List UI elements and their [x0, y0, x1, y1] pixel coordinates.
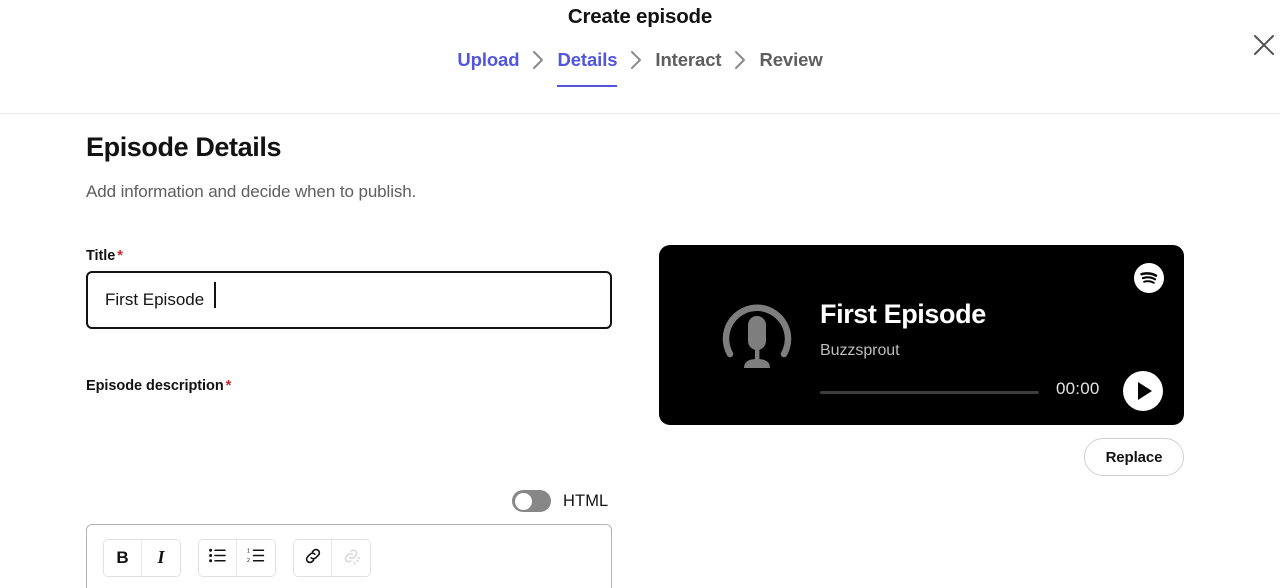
text-cursor — [214, 282, 216, 308]
bullet-list-button[interactable] — [199, 540, 237, 576]
html-toggle-label: HTML — [563, 492, 608, 511]
title-input[interactable] — [86, 271, 612, 329]
editor-toolbar: B I — [87, 525, 611, 588]
play-button[interactable] — [1123, 371, 1163, 411]
step-details[interactable]: Details — [557, 46, 617, 74]
svg-text:2: 2 — [247, 558, 250, 563]
title-label-text: Title — [86, 248, 115, 264]
step-interact[interactable]: Interact — [655, 46, 721, 74]
link-group — [293, 539, 371, 577]
episode-preview-player: First Episode Buzzsprout 00:00 — [659, 245, 1184, 425]
link-button[interactable] — [294, 540, 332, 576]
chevron-right-icon — [617, 46, 655, 74]
text-style-group: B I — [103, 539, 181, 577]
chevron-right-icon — [721, 46, 759, 74]
section-subheading: Add information and decide when to publi… — [86, 182, 416, 202]
player-author: Buzzsprout — [820, 342, 900, 360]
toggle-knob — [515, 493, 532, 510]
bullet-list-icon — [209, 548, 226, 567]
html-mode-toggle[interactable] — [512, 490, 551, 512]
list-group: 1 2 — [198, 539, 276, 577]
step-upload[interactable]: Upload — [457, 46, 519, 74]
page-title: Create episode — [0, 5, 1280, 29]
numbered-list-button[interactable]: 1 2 — [237, 540, 275, 576]
modal-header: Create episode Upload Details Interact R… — [0, 0, 1280, 114]
italic-icon: I — [157, 547, 164, 568]
required-asterisk: * — [226, 378, 232, 394]
chevron-right-icon — [519, 46, 557, 74]
player-progress-bar[interactable] — [820, 391, 1039, 394]
description-field-label: Episode description* — [86, 378, 231, 394]
html-toggle-group: HTML — [512, 490, 608, 512]
close-x-icon — [1251, 32, 1277, 61]
title-field-label: Title* — [86, 248, 123, 264]
svg-text:1: 1 — [247, 549, 250, 555]
required-asterisk: * — [117, 248, 123, 264]
description-label-text: Episode description — [86, 378, 224, 394]
italic-button[interactable]: I — [142, 540, 180, 576]
link-icon — [304, 547, 322, 569]
close-dialog-button[interactable] — [1246, 28, 1280, 64]
step-review[interactable]: Review — [759, 46, 822, 74]
podcast-mic-icon — [714, 292, 800, 378]
main-content: Episode Details Add information and deci… — [0, 114, 1280, 588]
unlink-icon — [342, 547, 360, 569]
player-episode-title: First Episode — [820, 299, 986, 330]
replace-audio-button[interactable]: Replace — [1084, 438, 1184, 476]
unlink-button[interactable] — [332, 540, 370, 576]
spotify-logo-icon — [1134, 263, 1164, 293]
section-heading: Episode Details — [86, 132, 281, 163]
step-breadcrumb: Upload Details Interact Review — [0, 46, 1280, 74]
description-editor: B I — [86, 524, 612, 588]
play-icon — [1138, 382, 1152, 400]
player-time: 00:00 — [1056, 379, 1100, 399]
bold-icon: B — [116, 548, 128, 568]
bold-button[interactable]: B — [104, 540, 142, 576]
numbered-list-icon: 1 2 — [247, 548, 265, 567]
